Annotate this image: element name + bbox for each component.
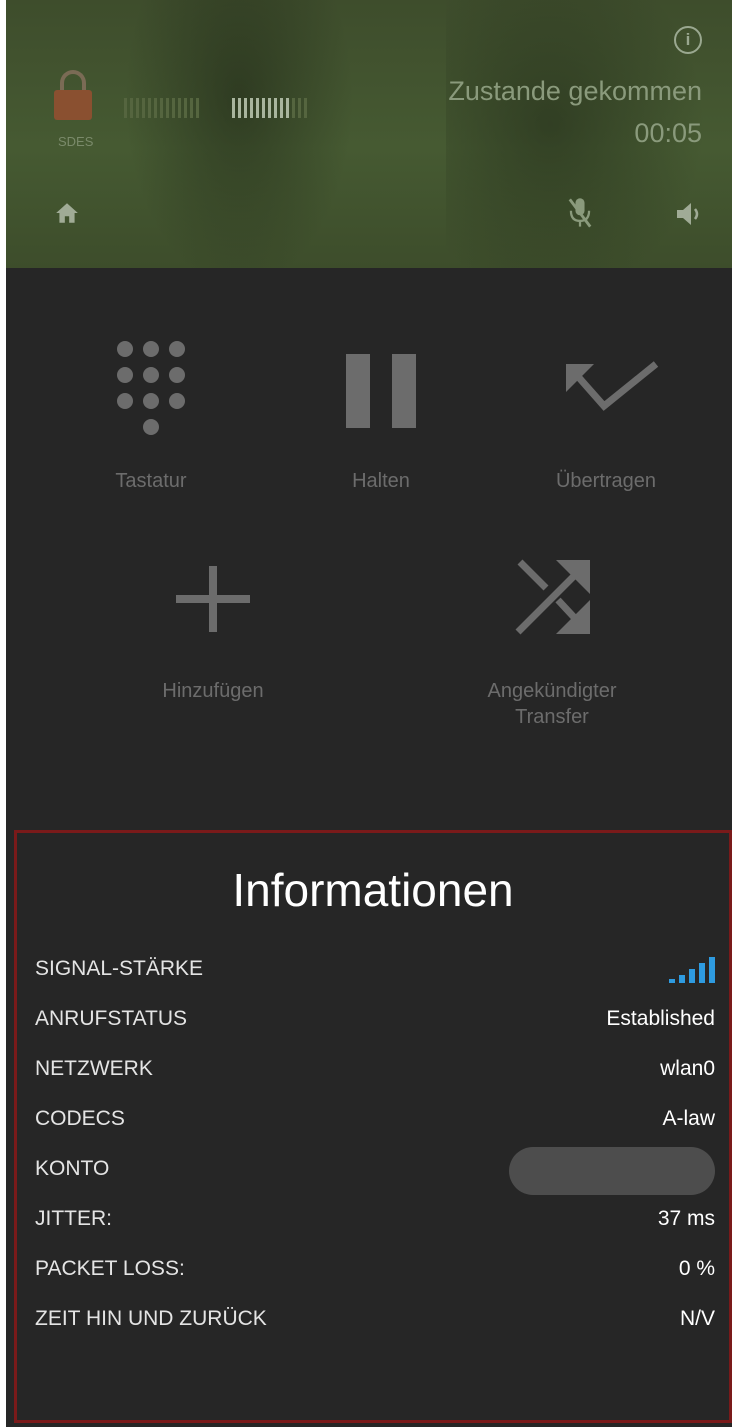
speaker-icon[interactable] [674,200,706,228]
call-timer: 00:05 [634,118,702,148]
info-title: Informationen [232,864,514,916]
transfer-label: Übertragen [555,470,657,492]
mic-off-icon[interactable] [566,196,594,230]
info-value: N/V [679,1307,715,1330]
info-icon[interactable]: i [674,26,702,54]
info-value: wlan0 [660,1057,715,1080]
info-key: SIGNAL-STÄRKE [35,957,204,980]
redacted-account [509,1147,715,1195]
info-key: CODECS [35,1107,125,1130]
lock-icon [54,70,94,126]
call-screen: i SDES Zustande gekommen 00:05 Tastatur … [6,0,732,1427]
info-key: JITTER: [35,1207,112,1230]
info-row-signal: SIGNAL-STÄRKE [35,949,715,989]
info-key: ANRUFSTATUS [35,1007,188,1030]
info-row-account: KONTO [35,1147,715,1195]
call-info-panel: Informationen SIGNAL-STÄRKE ANRUFSTATUS … [14,830,732,1423]
call-state: Zustande gekommen [448,76,702,106]
attended-transfer-label: Angekündigter Transfer [432,678,672,730]
contact-photo-left [124,0,354,268]
info-value: 0 % [678,1257,715,1280]
speaker-level-meter [232,98,307,118]
info-row-call-status: ANRUFSTATUS Established [35,999,715,1039]
attended-transfer-label-line1: Angekündigter [487,680,617,702]
info-value: Established [606,1007,715,1030]
info-row-round-trip: ZEIT HIN UND ZURÜCK N/V [35,1299,715,1339]
shuffle-icon [515,559,590,635]
encryption-label: SDES [58,134,94,149]
info-value: 37 ms [657,1207,715,1230]
info-row-codecs: CODECS A-law [35,1099,715,1139]
attended-transfer-label-line2: Transfer [515,706,589,728]
mic-level-meter [124,98,199,118]
home-icon[interactable] [54,200,80,226]
transfer-icon [566,361,659,411]
info-key: NETZWERK [35,1057,153,1080]
info-row-network: NETZWERK wlan0 [35,1049,715,1089]
keypad-label: Tastatur [115,470,187,492]
dialpad-icon [117,341,185,435]
signal-strength-icon [669,953,715,983]
plus-icon [176,566,250,632]
add-call-label: Hinzufügen [162,680,264,702]
info-key: PACKET LOSS: [35,1257,185,1280]
call-header: i SDES Zustande gekommen 00:05 [6,0,732,268]
hold-label: Halten [352,470,410,492]
info-key: ZEIT HIN UND ZURÜCK [35,1307,267,1330]
info-value: A-law [662,1107,715,1130]
info-row-packet-loss: PACKET LOSS: 0 % [35,1249,715,1289]
pause-icon [346,354,416,428]
info-key: KONTO [35,1157,110,1180]
info-row-jitter: JITTER: 37 ms [35,1199,715,1239]
